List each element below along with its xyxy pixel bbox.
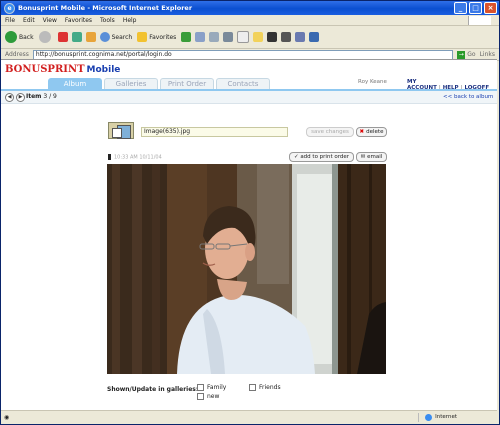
main-photo — [107, 164, 386, 374]
save-changes-button[interactable]: save changes — [306, 127, 354, 137]
ie-logo-icon: e — [4, 2, 15, 14]
research-icon[interactable] — [295, 32, 306, 42]
menu-view[interactable]: View — [43, 17, 57, 24]
go-arrow-icon: → — [457, 50, 466, 59]
main-tabs: Album Galleries Print Order Contacts — [48, 78, 272, 89]
address-label: Address — [5, 51, 29, 58]
checkbox-box — [249, 384, 256, 391]
address-url: http://bonusprint.cognima.net/portal/log… — [35, 51, 172, 58]
gallery-new-checkbox[interactable]: new — [197, 393, 219, 400]
edit-icon[interactable] — [237, 31, 250, 43]
security-zone: Internet — [425, 413, 457, 421]
menu-bar: File Edit View Favorites Tools Help — [1, 15, 499, 26]
stop-icon[interactable] — [57, 32, 68, 42]
next-item-button[interactable]: ▶ — [16, 93, 25, 102]
menu-tools[interactable]: Tools — [100, 17, 115, 24]
tab-contacts[interactable]: Contacts — [216, 78, 270, 89]
favorites-button[interactable]: Favorites — [137, 32, 176, 42]
prev-item-button[interactable]: ◀ — [5, 93, 14, 102]
globe-icon — [425, 413, 433, 421]
photo-image — [107, 164, 386, 374]
window-title: Bonusprint Mobile - Microsoft Internet E… — [18, 4, 193, 12]
tab-print-order[interactable]: Print Order — [160, 78, 214, 89]
photo-timestamp: 10:33 AM 10/11/04 — [108, 154, 162, 161]
back-arrow-icon — [5, 31, 17, 43]
tab-galleries[interactable]: Galleries — [104, 78, 158, 89]
address-input[interactable]: http://bonusprint.cognima.net/portal/log… — [32, 49, 454, 60]
gallery-family-checkbox[interactable]: Family — [197, 384, 226, 391]
refresh-icon[interactable] — [71, 32, 82, 42]
home-icon[interactable] — [85, 32, 96, 42]
photo-thumbnail-icon — [108, 122, 134, 139]
email-button[interactable]: ✉ email — [356, 152, 387, 162]
item-navigation: ◀ ▶ Item 3 / 9 << back to album — [1, 91, 497, 104]
search-icon — [99, 32, 110, 42]
checkbox-box — [197, 393, 204, 400]
galleries-label: Shown/Update in galleries: — [107, 386, 199, 393]
page-status-icon: ◉ — [4, 413, 10, 421]
add-to-print-order-button[interactable]: ✓ add to print order — [289, 152, 354, 162]
tab-album[interactable]: Album — [48, 78, 102, 89]
delete-icon: ✖ — [359, 129, 365, 135]
gallery-friends-checkbox[interactable]: Friends — [249, 384, 281, 391]
media-icon[interactable] — [181, 32, 192, 42]
messenger-icon[interactable] — [267, 32, 278, 42]
toolbar: Back Search Favorites — [1, 26, 499, 49]
windows-flag-icon — [468, 15, 491, 25]
forward-button[interactable] — [38, 31, 53, 43]
filename-input[interactable]: Image(635).jpg — [141, 127, 288, 137]
folder-icon[interactable] — [253, 32, 264, 42]
checkbox-box — [197, 384, 204, 391]
links-button[interactable]: Links — [480, 51, 495, 58]
close-button[interactable]: × — [484, 2, 497, 14]
discuss-icon[interactable] — [281, 32, 292, 42]
maximize-button[interactable]: □ — [469, 2, 482, 14]
mail-icon[interactable] — [209, 32, 220, 42]
back-to-album-link[interactable]: << back to album — [443, 94, 493, 100]
history-icon[interactable] — [195, 32, 206, 42]
status-bar: ◉ Internet — [1, 410, 497, 423]
item-counter: Item 3 / 9 — [26, 93, 57, 100]
search-button[interactable]: Search — [99, 32, 132, 42]
user-name: Roy Keane — [358, 79, 387, 85]
menu-file[interactable]: File — [5, 17, 15, 24]
forward-arrow-icon — [38, 31, 51, 43]
delete-button[interactable]: ✖ delete — [356, 127, 387, 137]
menu-favorites[interactable]: Favorites — [65, 17, 92, 24]
star-icon — [137, 32, 148, 42]
minimize-button[interactable]: _ — [454, 2, 467, 14]
title-bar: e Bonusprint Mobile - Microsoft Internet… — [1, 1, 499, 15]
menu-edit[interactable]: Edit — [23, 17, 35, 24]
page-content: BONUSPRINT Mobile Album Galleries Print O… — [1, 59, 497, 410]
go-button[interactable]: → Go — [457, 50, 476, 59]
translate-icon[interactable] — [309, 32, 320, 42]
back-button[interactable]: Back — [5, 31, 34, 43]
brand-logo: BONUSPRINT Mobile — [5, 64, 121, 75]
print-icon[interactable] — [223, 32, 234, 42]
phone-icon — [108, 154, 111, 160]
menu-help[interactable]: Help — [123, 17, 137, 24]
